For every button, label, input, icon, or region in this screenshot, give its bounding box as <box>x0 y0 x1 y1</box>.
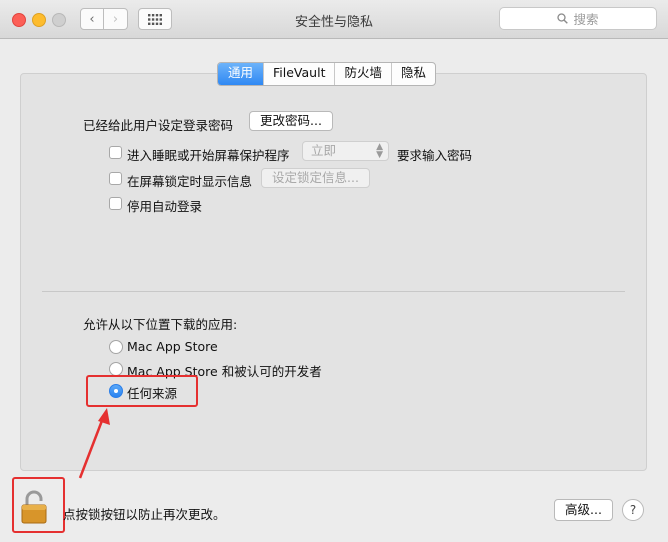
tab-general[interactable]: 通用 <box>218 63 264 85</box>
tab-filevault[interactable]: FileVault <box>263 63 334 85</box>
annotation-lock-box <box>12 477 65 533</box>
tab-firewall[interactable]: 防火墙 <box>334 63 391 85</box>
advanced-button[interactable]: 高级... <box>554 499 613 521</box>
tab-privacy[interactable]: 隐私 <box>391 63 435 85</box>
help-button[interactable]: ? <box>622 499 644 521</box>
tab-bar: 通用 FileVault 防火墙 隐私 <box>217 62 437 86</box>
lock-instruction-text: 点按锁按钮以防止再次更改。 <box>63 507 226 522</box>
